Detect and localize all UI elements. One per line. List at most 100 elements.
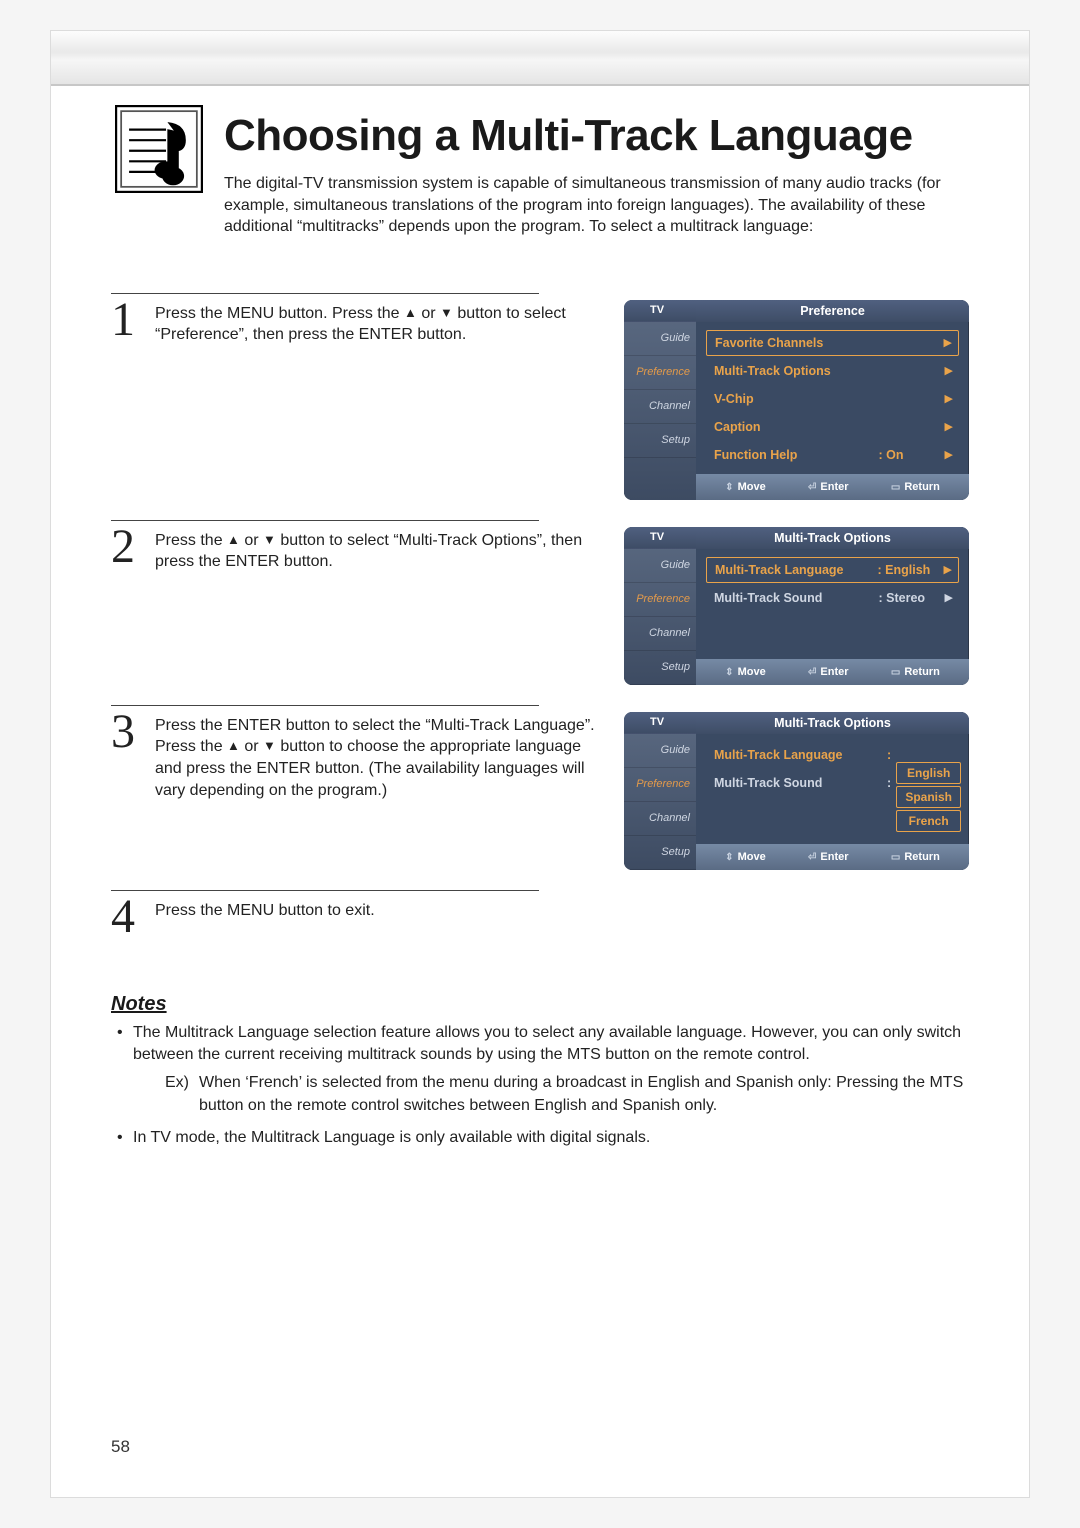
- down-triangle-icon: ▼: [263, 738, 276, 753]
- enter-icon: ⏎: [808, 482, 816, 493]
- note-item: In TV mode, the Multitrack Language is o…: [117, 1127, 969, 1149]
- step-row: 4 Press the MENU button to exit.: [111, 897, 969, 938]
- osd-side-channel: Channel: [624, 617, 696, 651]
- page-number: 58: [111, 1437, 130, 1457]
- example-label: Ex): [165, 1072, 189, 1117]
- osd-side-preference: Preference: [624, 583, 696, 617]
- osd-row-label: Caption: [714, 420, 945, 434]
- osd-side-tv: TV: [624, 300, 696, 322]
- osd-screenshot-language-select: TV Guide Preference Channel Setup Multi-…: [624, 712, 969, 870]
- osd-side-setup: Setup: [624, 424, 696, 458]
- note-text: The Multitrack Language selection featur…: [133, 1024, 961, 1063]
- osd-row-value: :: [887, 748, 953, 762]
- osd-row-label: Function Help: [714, 448, 879, 462]
- osd-row-value: : On: [879, 448, 945, 462]
- osd-side-channel: Channel: [624, 802, 696, 836]
- osd-foot-enter: Enter: [820, 851, 848, 863]
- step-text-part: or: [240, 532, 263, 549]
- updown-arrows-icon: ⇕: [725, 852, 733, 863]
- osd-side-channel: Channel: [624, 390, 696, 424]
- down-triangle-icon: ▼: [263, 532, 276, 547]
- osd-side-setup: Setup: [624, 836, 696, 870]
- osd-foot-move: Move: [738, 481, 766, 493]
- osd-side-setup: Setup: [624, 651, 696, 685]
- step-row: 3 Press the ENTER button to select the “…: [111, 712, 969, 870]
- osd-row-label: Multi-Track Sound: [714, 776, 887, 790]
- osd-row-vchip: V-Chip▶: [706, 386, 959, 412]
- step-text-part: or: [417, 305, 440, 322]
- right-triangle-icon: ▶: [945, 392, 953, 405]
- osd-row-value: : English: [878, 563, 944, 577]
- osd-screenshot-preference: TV Guide Preference Channel Setup Prefer…: [624, 300, 969, 500]
- osd-foot-return: Return: [904, 666, 939, 678]
- osd-foot-enter: Enter: [820, 481, 848, 493]
- manual-page: Choosing a Multi-Track Language The digi…: [50, 30, 1030, 1498]
- intro-text: The digital-TV transmission system is ca…: [224, 173, 944, 238]
- language-dropdown: English Spanish French: [896, 762, 961, 832]
- language-option: French: [896, 810, 961, 832]
- page-header: Choosing a Multi-Track Language The digi…: [111, 86, 969, 238]
- osd-row-label: V-Chip: [714, 392, 945, 406]
- return-icon: ▭: [891, 482, 900, 493]
- language-option: Spanish: [896, 786, 961, 808]
- osd-side-guide: Guide: [624, 549, 696, 583]
- osd-foot-move: Move: [738, 666, 766, 678]
- osd-row-label: Favorite Channels: [715, 336, 944, 350]
- step-number: 2: [111, 527, 145, 568]
- osd-side-tv: TV: [624, 527, 696, 549]
- step-text: Press the MENU button. Press the ▲ or ▼ …: [155, 300, 606, 346]
- enter-icon: ⏎: [808, 852, 816, 863]
- page-content: Choosing a Multi-Track Language The digi…: [51, 86, 1029, 1200]
- osd-side-guide: Guide: [624, 734, 696, 768]
- right-triangle-icon: ▶: [945, 364, 953, 377]
- osd-side-preference: Preference: [624, 768, 696, 802]
- top-gradient-bar: [51, 31, 1029, 86]
- step-row: 2 Press the ▲ or ▼ button to select “Mul…: [111, 527, 969, 685]
- step-text-part: Press the MENU button. Press the: [155, 305, 404, 322]
- osd-foot-return: Return: [904, 851, 939, 863]
- right-triangle-icon: ▶: [944, 563, 952, 576]
- osd-row-caption: Caption▶: [706, 414, 959, 440]
- step-text-part: or: [240, 738, 263, 755]
- osd-row-value: : Stereo: [879, 591, 945, 605]
- osd-screenshot-multitrack-options: TV Guide Preference Channel Setup Multi-…: [624, 527, 969, 685]
- example-text: When ‘French’ is selected from the menu …: [199, 1072, 969, 1117]
- down-triangle-icon: ▼: [440, 305, 453, 320]
- updown-arrows-icon: ⇕: [725, 667, 733, 678]
- osd-footer: ⇕Move ⏎Enter ▭Return: [696, 474, 969, 500]
- osd-footer: ⇕Move ⏎Enter ▭Return: [696, 659, 969, 685]
- osd-foot-move: Move: [738, 851, 766, 863]
- right-triangle-icon: ▶: [945, 448, 953, 461]
- right-triangle-icon: ▶: [944, 336, 952, 349]
- notes-heading: Notes: [111, 993, 969, 1016]
- music-note-icon: [111, 101, 206, 196]
- page-title: Choosing a Multi-Track Language: [224, 111, 969, 161]
- osd-row-label: Multi-Track Language: [715, 563, 878, 577]
- osd-title: Multi-Track Options: [696, 712, 969, 734]
- return-icon: ▭: [891, 667, 900, 678]
- osd-row-label: Multi-Track Sound: [714, 591, 879, 605]
- osd-row-favorite-channels: Favorite Channels▶: [706, 330, 959, 356]
- step-number: 1: [111, 300, 145, 341]
- osd-foot-return: Return: [904, 481, 939, 493]
- osd-side-preference: Preference: [624, 356, 696, 390]
- osd-title: Preference: [696, 300, 969, 322]
- osd-row-label: Multi-Track Options: [714, 364, 945, 378]
- enter-icon: ⏎: [808, 667, 816, 678]
- language-option: English: [896, 762, 961, 784]
- step-number: 3: [111, 712, 145, 753]
- osd-side-tv: TV: [624, 712, 696, 734]
- up-triangle-icon: ▲: [227, 738, 240, 753]
- osd-title: Multi-Track Options: [696, 527, 969, 549]
- osd-row-label: Multi-Track Language: [714, 748, 887, 762]
- step-text: Press the ▲ or ▼ button to select “Multi…: [155, 527, 606, 573]
- up-triangle-icon: ▲: [404, 305, 417, 320]
- osd-row-multitrack-language: Multi-Track Language: English▶: [706, 557, 959, 583]
- osd-row-multitrack-options: Multi-Track Options▶: [706, 358, 959, 384]
- osd-row-multitrack-sound: Multi-Track Sound: Stereo▶: [706, 585, 959, 611]
- osd-side-guide: Guide: [624, 322, 696, 356]
- osd-row-function-help: Function Help: On▶: [706, 442, 959, 468]
- step-number: 4: [111, 897, 145, 938]
- step-text-part: Press the: [155, 532, 227, 549]
- steps-list: 1 Press the MENU button. Press the ▲ or …: [111, 293, 969, 938]
